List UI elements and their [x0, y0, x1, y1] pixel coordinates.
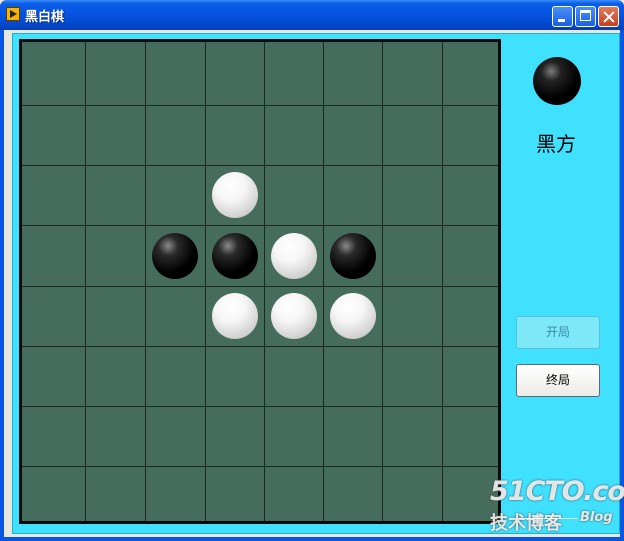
- grid-line: [442, 42, 443, 521]
- grid-line: [22, 105, 498, 106]
- grid-line: [22, 286, 498, 287]
- grid-line: [22, 346, 498, 347]
- grid-line: [382, 42, 383, 521]
- white-stone: [211, 172, 258, 218]
- watermark-divider: [520, 518, 578, 519]
- current-turn-stone: [533, 57, 581, 105]
- watermark-site: 51CTO.com: [490, 476, 624, 507]
- white-stone: [270, 293, 317, 339]
- game-board[interactable]: [19, 39, 501, 524]
- grid-line: [145, 42, 146, 521]
- grid-line: [22, 466, 498, 467]
- maximize-button[interactable]: [575, 6, 596, 27]
- grid-line: [85, 42, 86, 521]
- watermark-cn: 技术博客: [490, 513, 562, 534]
- black-stone: [211, 232, 258, 279]
- start-game-button[interactable]: 开局: [516, 316, 600, 349]
- window-title: 黑白棋: [25, 10, 65, 25]
- minimize-button[interactable]: [552, 6, 573, 27]
- grid-line: [323, 42, 324, 521]
- watermark-blog: Blog: [580, 510, 613, 525]
- grid-line: [264, 42, 265, 521]
- title-bar[interactable]: 黑白棋: [0, 0, 624, 30]
- black-stone: [329, 232, 376, 279]
- current-turn-label: 黑方: [536, 132, 576, 156]
- white-stone: [270, 232, 317, 279]
- app-icon: [6, 7, 20, 21]
- grid-line: [22, 406, 498, 407]
- white-stone: [211, 293, 258, 339]
- grid-line: [22, 165, 498, 166]
- close-button[interactable]: [598, 6, 619, 27]
- end-game-button[interactable]: 终局: [516, 364, 600, 397]
- grid-line: [205, 42, 206, 521]
- black-stone: [152, 232, 198, 279]
- grid-line: [22, 225, 498, 226]
- white-stone: [329, 293, 376, 339]
